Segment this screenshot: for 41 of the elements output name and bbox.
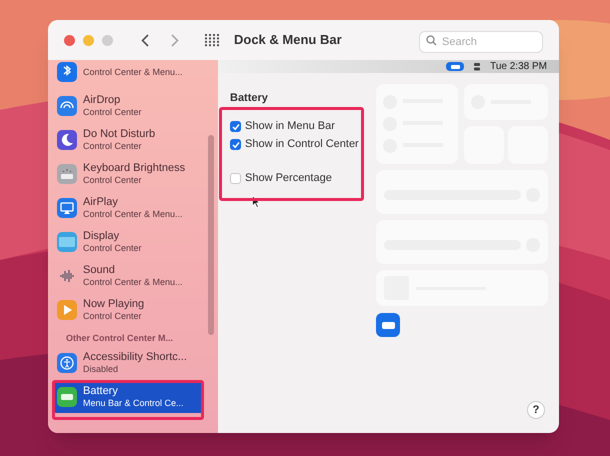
section-header: Other Control Center M... [65,332,174,345]
sidebar-item[interactable]: Now Playing Control Center [53,293,204,327]
accessibility-icon [57,353,77,373]
grid-icon[interactable] [205,34,220,46]
checkbox-label: Show in Menu Bar [245,119,335,134]
play-icon [57,300,77,320]
checkbox[interactable] [230,173,241,184]
menu-bar-clock: Tue 2:38 PM [490,60,547,74]
checkbox-label: Show Percentage [245,171,332,186]
sidebar-item[interactable]: Battery Menu Bar & Control Ce... [53,382,204,412]
airdrop-icon [57,96,77,116]
keyboard-icon [57,164,77,184]
checkbox[interactable] [230,139,241,150]
battery-icon [376,313,400,337]
battery-icon [446,62,464,71]
battery-icon [57,387,77,407]
checkbox-label: Show in Control Center [245,137,359,152]
sidebar-item[interactable]: Accessibility Shortc... Disabled [53,348,204,378]
forward-icon[interactable] [171,34,179,46]
sidebar-item[interactable]: Control Center & Menu... [53,60,204,89]
search-icon [426,34,437,46]
section-heading: Battery [230,91,269,106]
sidebar-item[interactable]: Keyboard Brightness Control Center [53,157,204,191]
window-title: Dock & Menu Bar [234,31,342,50]
close-button[interactable] [64,34,75,46]
help-button[interactable]: ? [527,401,545,419]
bluetooth-icon [57,62,77,82]
sidebar-item[interactable]: Do Not Disturb Control Center [53,123,204,157]
checkbox[interactable] [230,121,241,132]
back-icon[interactable] [141,34,149,46]
sidebar-item[interactable]: AirDrop Control Center [53,89,204,123]
sidebar-item[interactable]: Sound Control Center & Menu... [53,259,204,293]
minimize-button[interactable] [83,34,94,46]
display-icon [57,232,77,252]
moon-icon [57,130,77,150]
pointer-icon [252,195,260,208]
sidebar-item[interactable]: Display Control Center [53,225,204,259]
search-field[interactable]: Search [419,31,543,53]
screen-icon [57,198,77,218]
sidebar-item[interactable]: AirPlay Control Center & Menu... [53,191,204,225]
control-center-icon [474,62,480,70]
